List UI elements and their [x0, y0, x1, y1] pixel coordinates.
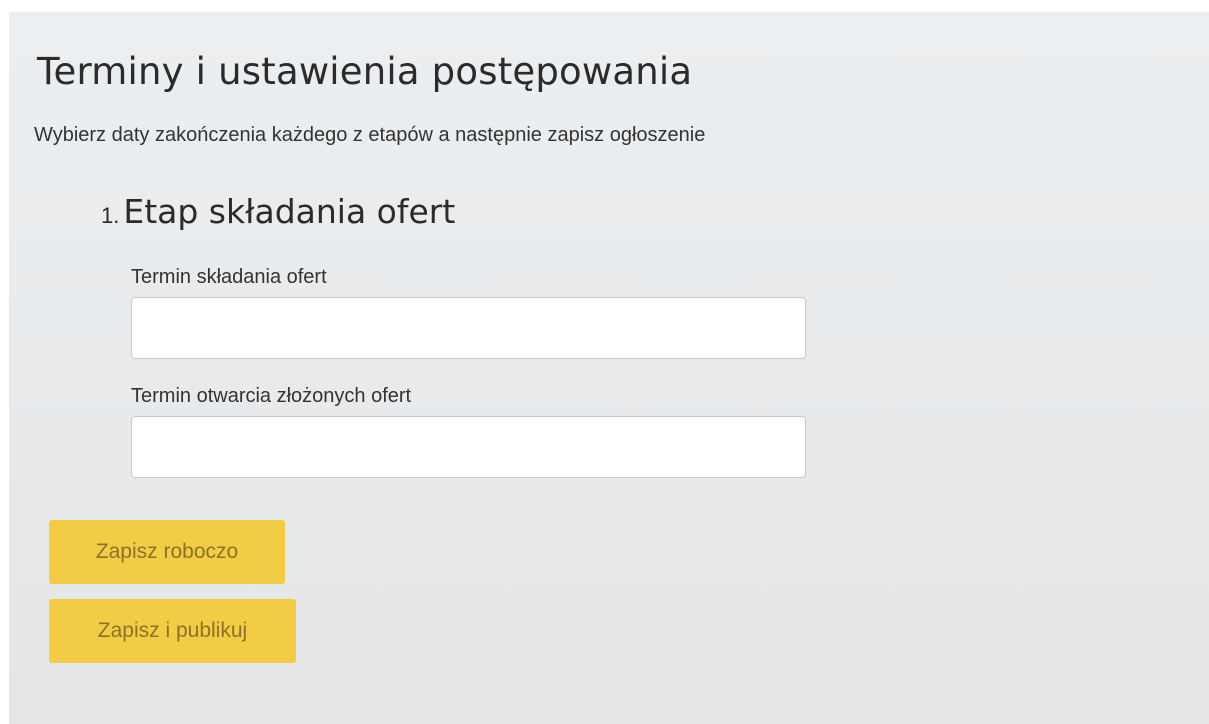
offer-opening-input[interactable] — [131, 416, 806, 478]
stage-heading: 1. Etap składania ofert — [101, 190, 455, 234]
offer-opening-label: Termin otwarcia złożonych ofert — [131, 385, 412, 407]
stage-number: 1. — [101, 203, 120, 228]
save-draft-button[interactable]: Zapisz roboczo — [49, 520, 285, 584]
offer-deadline-label: Termin składania ofert — [131, 266, 327, 288]
settings-panel: Terminy i ustawienia postępowania Wybier… — [9, 12, 1209, 724]
stage-title: Etap składania ofert — [123, 192, 456, 231]
page-subtitle: Wybierz daty zakończenia każdego z etapó… — [34, 124, 706, 146]
offer-deadline-input[interactable] — [131, 297, 806, 359]
save-publish-button[interactable]: Zapisz i publikuj — [49, 599, 296, 663]
page-title: Terminy i ustawienia postępowania — [37, 50, 693, 93]
